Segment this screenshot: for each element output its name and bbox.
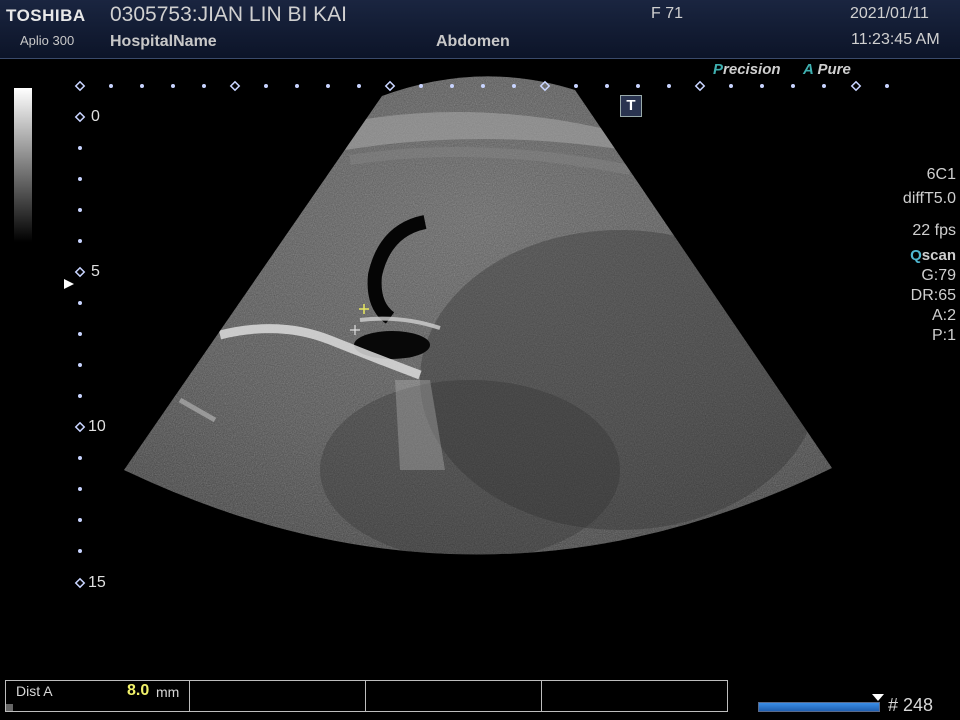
gain-value: G:79 [921,267,956,284]
cine-position-icon[interactable] [872,694,884,702]
measurement-unit: mm [156,684,180,700]
sector-image [124,76,832,555]
frame-counter: # 248 [888,695,934,715]
depth-label-5: 5 [91,263,100,280]
p-value: P:1 [931,327,956,344]
measurement-corner-marker [6,704,13,711]
depth-scale [74,111,86,589]
dynamic-range-value: DR:65 [910,287,956,304]
depth-label-10: 10 [88,418,106,435]
probe-name: 6C1 [926,166,956,183]
focus-marker-icon[interactable] [64,279,74,289]
qscan-rest: scan [921,247,956,264]
cine-progress-bar[interactable] [758,702,880,712]
measurement-cell-divider [365,681,366,711]
depth-label-15: 15 [88,574,106,591]
depth-label-0: 0 [91,108,100,125]
imaging-mode: diffT5.0 [902,190,956,207]
qscan-label: Qscan [910,247,956,264]
measurement-value: 8.0 [127,682,150,699]
a-value: A:2 [931,307,956,324]
ultrasound-image-area [64,76,889,589]
frame-rate: 22 fps [912,222,956,239]
t-marker-icon[interactable]: T [620,95,642,117]
measurement-panel: Dist A 8.0 mm [5,680,728,712]
measurement-label: Dist A [16,683,53,699]
measurement-cell-divider [189,681,190,711]
measurement-cell-divider [541,681,542,711]
qscan-q: Q [910,247,922,264]
